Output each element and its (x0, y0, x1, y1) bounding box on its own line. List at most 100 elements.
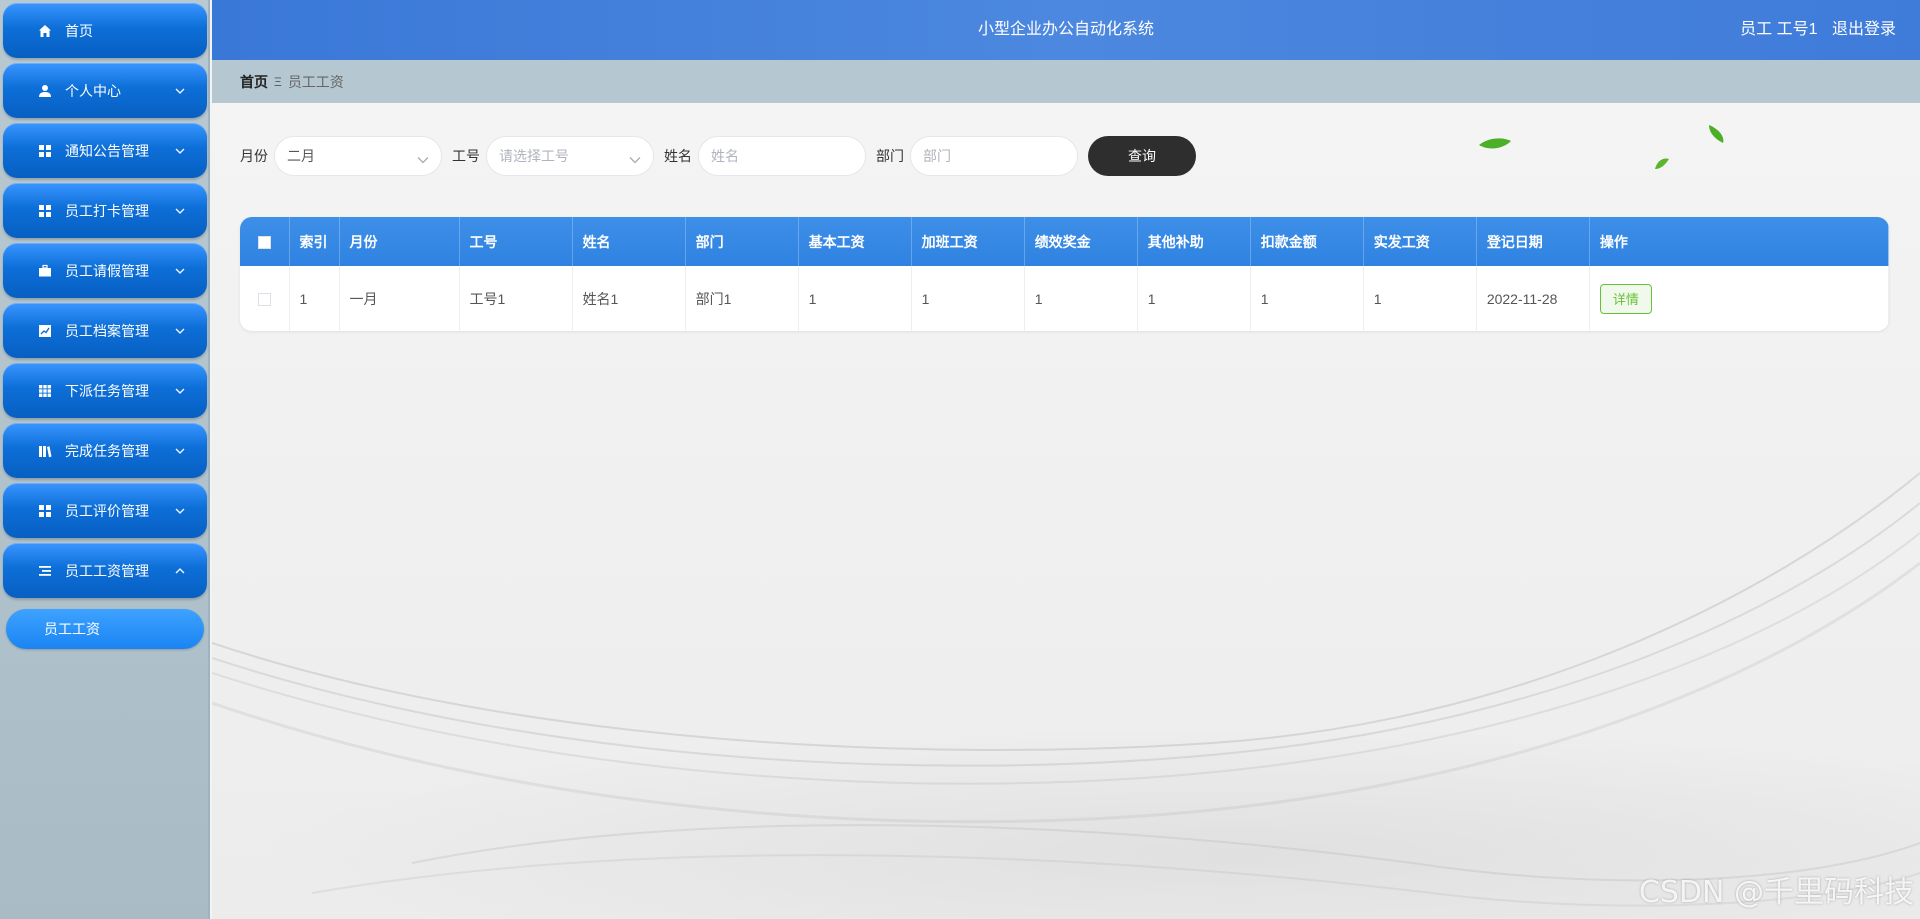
select-all-checkbox-cell (240, 217, 290, 266)
dept-input[interactable] (910, 136, 1078, 176)
cell-net-salary: 1 (1363, 266, 1477, 331)
table-header-row: 索引 月份 工号 姓名 部门 基本工资 加班工资 绩效奖金 其他补助 扣款金额 … (240, 217, 1889, 266)
cell-allowance: 1 (1137, 266, 1251, 331)
chevron-down-icon (175, 506, 185, 516)
sidebar-item-leave[interactable]: 员工请假管理 (3, 243, 207, 298)
sidebar-item-archive[interactable]: 员工档案管理 (3, 303, 207, 358)
user-area: 员工 工号1 退出登录 (1740, 0, 1896, 60)
name-input[interactable] (698, 136, 866, 176)
breadcrumb-home[interactable]: 首页 (240, 72, 268, 92)
search-button[interactable]: 查询 (1088, 136, 1196, 176)
column-header: 索引 (289, 217, 340, 266)
breadcrumb: 首页 Ξ 员工工资 (212, 60, 1920, 103)
select-all-checkbox[interactable] (257, 236, 271, 250)
user-icon (37, 83, 53, 99)
sidebar-item-label: 员工档案管理 (65, 322, 149, 339)
column-header: 加班工资 (911, 217, 1025, 266)
grid-icon (37, 143, 53, 159)
empno-label: 工号 (452, 148, 480, 164)
row-checkbox-cell (240, 266, 290, 331)
detail-button[interactable]: 详情 (1599, 283, 1652, 314)
list-icon (37, 563, 53, 579)
sidebar-subitem-salary[interactable]: 员工工资 (6, 609, 204, 649)
home-icon (37, 23, 53, 39)
month-label: 月份 (240, 148, 268, 164)
cell-actions: 详情 (1589, 266, 1889, 331)
column-header: 扣款金额 (1250, 217, 1364, 266)
chevron-down-icon (417, 151, 429, 167)
column-header: 其他补助 (1137, 217, 1251, 266)
chevron-down-icon (175, 86, 185, 96)
breadcrumb-separator-icon: Ξ (274, 74, 282, 89)
column-header: 操作 (1589, 217, 1889, 266)
sidebar-item-evaluation[interactable]: 员工评价管理 (3, 483, 207, 538)
table-row: 1 一月 工号1 姓名1 部门1 1 1 1 1 1 1 2022-11-28 … (240, 266, 1889, 331)
top-header: 小型企业办公自动化系统 员工 工号1 退出登录 (212, 0, 1920, 60)
empno-select[interactable]: 请选择工号 (486, 136, 654, 176)
cell-empno: 工号1 (459, 266, 573, 331)
column-header: 绩效奖金 (1024, 217, 1138, 266)
dept-label: 部门 (876, 148, 904, 164)
chevron-down-icon (175, 326, 185, 336)
chevron-down-icon (175, 446, 185, 456)
chevron-down-icon (175, 386, 185, 396)
library-icon (37, 443, 53, 459)
column-header: 基本工资 (798, 217, 912, 266)
cell-month: 一月 (339, 266, 460, 331)
table-icon (37, 383, 53, 399)
cell-deduction: 1 (1250, 266, 1364, 331)
cell-dept: 部门1 (685, 266, 799, 331)
sidebar-item-salary[interactable]: 员工工资管理 (3, 543, 207, 598)
column-header: 登记日期 (1476, 217, 1590, 266)
sidebar-item-home[interactable]: 首页 (3, 3, 207, 58)
sidebar: 首页 个人中心 通知公告管理 员工打卡管理 员工请假管理 员工档案管理 下派任务… (0, 0, 210, 919)
app-title: 小型企业办公自动化系统 (977, 21, 1154, 38)
sidebar-item-label: 首页 (65, 22, 93, 39)
chevron-up-icon (175, 566, 185, 576)
chevron-down-icon (175, 206, 185, 216)
cell-overtime-pay: 1 (911, 266, 1025, 331)
sidebar-item-assign-task[interactable]: 下派任务管理 (3, 363, 207, 418)
chevron-down-icon (175, 146, 185, 156)
column-header: 工号 (459, 217, 573, 266)
sidebar-item-label: 员工评价管理 (65, 502, 149, 519)
sidebar-item-label: 员工请假管理 (65, 262, 149, 279)
column-header: 姓名 (572, 217, 686, 266)
cell-date: 2022-11-28 (1476, 266, 1590, 331)
cell-name: 姓名1 (572, 266, 686, 331)
chevron-down-icon (175, 266, 185, 276)
chevron-down-icon (629, 151, 641, 167)
chart-icon (37, 323, 53, 339)
column-header: 月份 (339, 217, 460, 266)
sidebar-item-personal-center[interactable]: 个人中心 (3, 63, 207, 118)
current-user: 员工 工号1 (1740, 21, 1818, 38)
cell-base-salary: 1 (798, 266, 912, 331)
leaf-decoration-icon (1479, 125, 1724, 169)
column-header: 部门 (685, 217, 799, 266)
salary-table: 索引 月份 工号 姓名 部门 基本工资 加班工资 绩效奖金 其他补助 扣款金额 … (240, 217, 1889, 331)
breadcrumb-current: 员工工资 (287, 73, 344, 90)
column-header: 实发工资 (1363, 217, 1477, 266)
logout-link[interactable]: 退出登录 (1832, 21, 1896, 38)
sidebar-item-label: 完成任务管理 (65, 442, 149, 459)
cell-bonus: 1 (1024, 266, 1138, 331)
sidebar-item-label: 员工打卡管理 (65, 202, 149, 219)
sidebar-item-label: 通知公告管理 (65, 142, 149, 159)
watermark: CSDN @千里码科技 (1638, 875, 1914, 910)
grid-icon (37, 503, 53, 519)
row-checkbox[interactable] (257, 293, 271, 307)
name-label: 姓名 (664, 148, 692, 164)
search-bar: 月份 二月 工号 请选择工号 姓名 部门 查询 (240, 136, 1196, 176)
cell-index: 1 (289, 266, 340, 331)
sidebar-item-complete-task[interactable]: 完成任务管理 (3, 423, 207, 478)
month-select-value: 二月 (287, 148, 315, 164)
grid-icon (37, 203, 53, 219)
empno-select-placeholder: 请选择工号 (499, 148, 569, 164)
main-content: 月份 二月 工号 请选择工号 姓名 部门 查询 (212, 103, 1920, 919)
sidebar-subitem-label: 员工工资 (44, 621, 100, 637)
sidebar-item-label: 个人中心 (65, 82, 121, 99)
sidebar-item-label: 下派任务管理 (65, 382, 149, 399)
month-select[interactable]: 二月 (274, 136, 442, 176)
sidebar-item-notice[interactable]: 通知公告管理 (3, 123, 207, 178)
sidebar-item-attendance[interactable]: 员工打卡管理 (3, 183, 207, 238)
